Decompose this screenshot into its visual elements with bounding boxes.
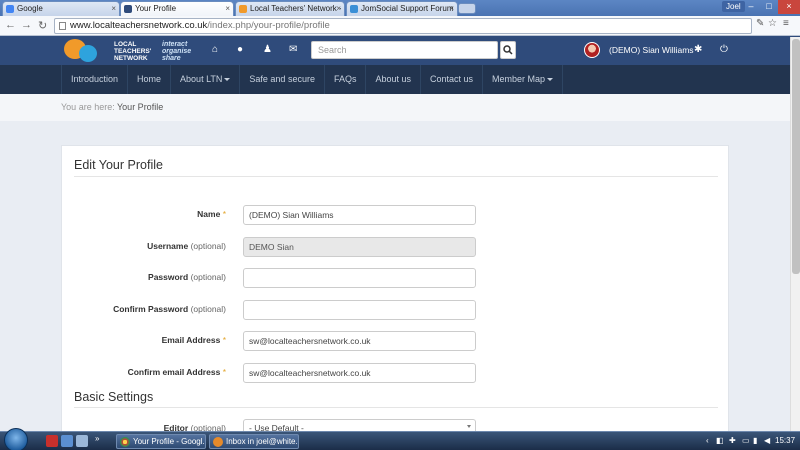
nav-item-faqs[interactable]: FAQs <box>323 65 366 94</box>
breadcrumb-label: You are here: <box>61 102 115 112</box>
browser-toolbar: ← → ↻ www.localteachersnetwork.co.uk/ind… <box>0 16 800 36</box>
home-icon[interactable]: ⌂ <box>212 44 218 55</box>
volume-icon[interactable]: ◀ <box>764 436 770 445</box>
jomsocial-favicon-icon <box>350 5 358 13</box>
quicklaunch-icon[interactable] <box>76 435 88 447</box>
bookmark-star-icon[interactable]: ☆ <box>768 18 777 29</box>
close-tab-icon[interactable]: × <box>225 4 230 13</box>
basic-settings-title: Basic Settings <box>74 390 154 404</box>
nav-item-contact-us[interactable]: Contact us <box>420 65 482 94</box>
signal-icon[interactable]: ▮ <box>753 436 757 445</box>
email-address-label: Email Address * <box>161 335 226 345</box>
name-input[interactable] <box>243 205 476 225</box>
confirm-email-address-label: Confirm email Address * <box>127 367 226 377</box>
nav-item-about-us[interactable]: About us <box>365 65 420 94</box>
maximize-icon[interactable]: □ <box>760 0 778 14</box>
close-tab-icon[interactable]: × <box>449 4 454 13</box>
settings-wrench-icon[interactable]: ✎ <box>756 18 764 29</box>
power-icon[interactable]: ⏻ <box>720 44 728 55</box>
password-label: Password (optional) <box>148 272 226 282</box>
search-input[interactable] <box>311 41 498 59</box>
confirm-email-address-input[interactable] <box>243 363 476 383</box>
taskbar-item-chrome[interactable]: Your Profile - Googl... <box>116 434 206 449</box>
minimize-icon[interactable]: – <box>742 0 760 14</box>
caret-down-icon <box>547 78 554 82</box>
browser-tabstrip: Google × Your Profile × Local Teachers' … <box>0 0 800 16</box>
chevron-icon[interactable]: » <box>95 434 99 443</box>
required-asterisk: * <box>222 209 226 219</box>
username-label: Username (optional) <box>147 241 226 251</box>
main-nav: Introduction Home About LTN Safe and secure… <box>0 65 800 94</box>
battery-icon[interactable]: ▭ <box>742 436 750 445</box>
network-icon[interactable]: ◧ <box>716 436 724 445</box>
page-icon <box>59 22 66 30</box>
user-icon[interactable]: ♟ <box>263 44 272 55</box>
mail-icon[interactable]: ✉ <box>289 44 297 55</box>
google-favicon-icon <box>6 5 14 13</box>
required-asterisk: * <box>222 335 226 345</box>
chrome-icon <box>120 437 130 447</box>
username-input[interactable] <box>243 237 476 257</box>
taskbar-item-inbox[interactable]: Inbox in joel@white... <box>209 434 299 449</box>
close-window-icon[interactable]: × <box>778 0 800 14</box>
breadcrumb: You are here: Your Profile <box>0 94 800 121</box>
new-tab-button[interactable] <box>458 3 476 14</box>
divider <box>74 407 718 408</box>
nav-item-safe-and-secure[interactable]: Safe and secure <box>239 65 324 94</box>
reload-icon[interactable]: ↻ <box>38 19 47 32</box>
close-tab-icon[interactable]: × <box>336 4 341 13</box>
browser-tab-ltn[interactable]: Local Teachers' Network · × <box>235 1 345 16</box>
browser-tab-jomsocial[interactable]: JomSocial Support Forum × <box>346 1 458 16</box>
chevron-down-icon <box>467 425 471 428</box>
password-input[interactable] <box>243 268 476 288</box>
email-address-input[interactable] <box>243 331 476 351</box>
tray-expand-icon[interactable]: ‹ <box>706 436 709 445</box>
nav-item-member-map[interactable]: Member Map <box>482 65 564 94</box>
site-logo[interactable]: LOCAL TEACHERS' NETWORK interact organis… <box>64 39 214 63</box>
back-arrow-icon[interactable]: ← <box>5 19 16 31</box>
ltn-favicon-icon <box>124 5 132 13</box>
browser-tab-your-profile[interactable]: Your Profile × <box>120 1 234 16</box>
search-button[interactable] <box>500 41 516 59</box>
user-name-link[interactable]: (DEMO) Sian Williams <box>609 45 694 55</box>
avatar[interactable] <box>584 42 600 58</box>
quicklaunch-icon[interactable] <box>46 435 58 447</box>
page-title: Edit Your Profile <box>74 158 163 172</box>
page-scrollbar[interactable] <box>790 37 800 431</box>
scrollbar-thumb[interactable] <box>792 39 800 274</box>
nav-item-home[interactable]: Home <box>127 65 170 94</box>
profile-form-card: Edit Your Profile Name * Username (option… <box>61 145 729 435</box>
browser-tab-google[interactable]: Google × <box>2 1 120 16</box>
caret-down-icon <box>224 78 231 82</box>
address-bar[interactable]: www.localteachersnetwork.co.uk/index.php… <box>54 18 752 34</box>
logo-bubble-blue <box>79 45 97 62</box>
start-button[interactable] <box>4 428 28 450</box>
breadcrumb-current: Your Profile <box>117 102 164 112</box>
forward-arrow-icon[interactable]: → <box>21 19 32 31</box>
required-asterisk: * <box>222 367 226 377</box>
ltn-favicon-icon <box>239 5 247 13</box>
confirm-password-input[interactable] <box>243 300 476 320</box>
divider <box>74 176 718 177</box>
thunderbird-icon <box>213 437 223 447</box>
nav-item-about-ltn[interactable]: About LTN <box>170 65 239 94</box>
quicklaunch-icon[interactable] <box>61 435 73 447</box>
menu-icon[interactable]: ≡ <box>783 18 789 29</box>
globe-icon[interactable]: ● <box>237 44 243 55</box>
taskbar: » Your Profile - Googl... Inbox in joel@… <box>0 428 800 450</box>
clock: 15:37 <box>775 436 796 445</box>
confirm-password-label: Confirm Password (optional) <box>113 304 226 314</box>
close-tab-icon[interactable]: × <box>111 4 116 13</box>
nav-item-introduction[interactable]: Introduction <box>61 65 127 94</box>
antivirus-icon[interactable]: ✚ <box>729 436 736 445</box>
search-icon <box>503 45 513 55</box>
gear-icon[interactable]: ✱ <box>694 44 702 55</box>
name-label: Name * <box>197 209 226 219</box>
